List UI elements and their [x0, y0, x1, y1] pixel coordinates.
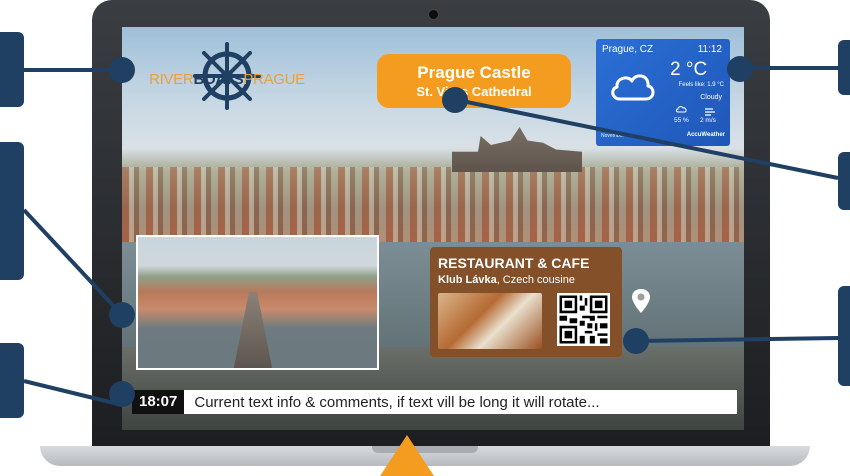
screen: RIVERBOATSPRAGUE Prague Castle St. Vitus…	[122, 27, 744, 430]
river-boats-logo: RIVERBOATSPRAGUE	[142, 41, 312, 113]
callout-ticker-box	[0, 343, 24, 418]
callout-dot-ticker	[109, 381, 135, 407]
weather-feels-like: Feels like: 1.9 °C	[678, 82, 724, 88]
camera-icon	[428, 9, 439, 20]
news-ticker: 18:07 Current text info & comments, if t…	[132, 390, 737, 414]
callout-weather-box	[838, 40, 850, 95]
restaurant-card[interactable]: RESTAURANT & CAFE Klub Lávka, Czech cous…	[430, 247, 622, 357]
castle-silhouette	[452, 127, 582, 172]
callout-dot-video	[109, 302, 135, 328]
weather-widget: Prague, CZ 11:12 2 °C Feels like: 1.9 °C…	[596, 39, 730, 146]
orange-pointer-icon	[380, 435, 434, 476]
restaurant-name: Klub Lávka	[438, 274, 497, 286]
weather-footer: November	[601, 133, 625, 139]
weather-humidity: 55 %	[674, 117, 689, 124]
logo-word-river: RIVER	[149, 71, 194, 88]
weather-time: 11:12	[697, 44, 722, 55]
logo-text: RIVERBOATSPRAGUE	[142, 71, 312, 88]
food-photo	[438, 293, 542, 349]
callout-dot-restaurant	[623, 328, 649, 354]
qr-code-icon[interactable]	[557, 293, 610, 346]
ticker-text: Current text info & comments, if text vi…	[194, 393, 600, 411]
restaurant-title: RESTAURANT & CAFE	[438, 255, 590, 271]
poi-subtitle: St. Vitus Cathedral	[416, 84, 532, 99]
callout-restaurant-box	[838, 286, 850, 386]
cloud-icon	[611, 74, 655, 101]
weather-temperature: 2 °C	[670, 59, 708, 80]
wind-icon	[705, 108, 715, 116]
callout-logo-box	[0, 32, 24, 107]
weather-wind: 2 m/s	[700, 117, 716, 124]
ticker-time: 18:07	[132, 390, 185, 414]
restaurant-description: , Czech cousine	[496, 274, 575, 286]
weather-condition: Cloudy	[700, 94, 722, 101]
logo-word-prague: PRAGUE	[243, 71, 305, 88]
logo-word-boats: BOATS	[193, 71, 244, 88]
callout-dot-weather	[727, 56, 753, 82]
location-pin-icon	[632, 289, 650, 313]
poi-title: Prague Castle	[417, 63, 531, 82]
callout-video-box	[0, 142, 24, 280]
weather-brand: AccuWeather	[686, 132, 725, 138]
callout-dot-poi	[442, 87, 468, 113]
pip-video[interactable]	[136, 235, 379, 370]
callout-dot-logo	[109, 57, 135, 83]
restaurant-subtitle: Klub Lávka, Czech cousine	[438, 274, 575, 286]
charles-bridge	[233, 292, 273, 368]
weather-city: Prague, CZ	[602, 44, 654, 55]
poi-banner: Prague Castle St. Vitus Cathedral	[377, 54, 571, 108]
callout-poi-box	[838, 152, 850, 210]
humidity-icon	[676, 106, 687, 113]
